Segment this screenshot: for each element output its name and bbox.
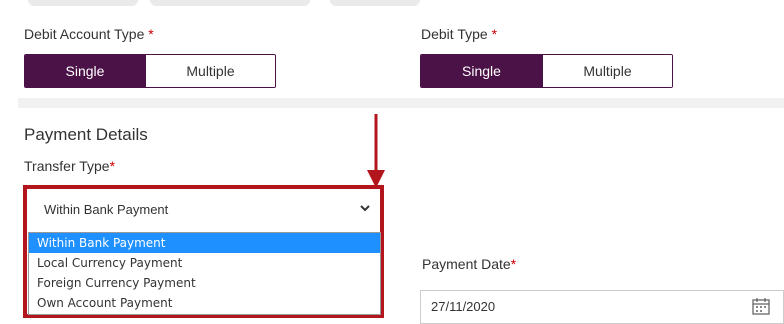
transfer-type-label: Transfer Type* (24, 158, 116, 174)
debit-type-label: Debit Type * (421, 26, 498, 42)
required-mark: * (491, 26, 498, 42)
required-mark: * (510, 256, 517, 272)
transfer-type-select[interactable]: Within Bank Payment (30, 192, 378, 226)
required-mark: * (148, 26, 154, 42)
debit-account-type-toggle: Single Multiple (24, 54, 276, 88)
section-divider (18, 98, 784, 108)
cropped-header (0, 0, 784, 8)
dropdown-option[interactable]: Local Currency Payment (29, 253, 380, 273)
debit-account-type-label: Debit Account Type * (24, 26, 154, 42)
debit-type-single-button[interactable]: Single (421, 55, 542, 87)
payment-details-title: Payment Details (24, 125, 148, 144)
annotation-arrow (367, 114, 385, 188)
transfer-type-dropdown-list: Within Bank Payment Local Currency Payme… (28, 232, 381, 315)
dropdown-option[interactable]: Within Bank Payment (29, 233, 380, 253)
debit-type-toggle: Single Multiple (420, 54, 673, 88)
dropdown-option[interactable]: Own Account Payment (29, 293, 380, 313)
debit-type-multiple-button[interactable]: Multiple (542, 55, 672, 87)
debit-account-single-button[interactable]: Single (25, 55, 145, 87)
payment-date-label: Payment Date* (422, 256, 517, 272)
calendar-icon[interactable] (751, 296, 771, 316)
required-mark: * (109, 158, 116, 174)
dropdown-option[interactable]: Foreign Currency Payment (29, 273, 380, 293)
chevron-down-icon (360, 205, 370, 212)
debit-account-multiple-button[interactable]: Multiple (145, 55, 275, 87)
